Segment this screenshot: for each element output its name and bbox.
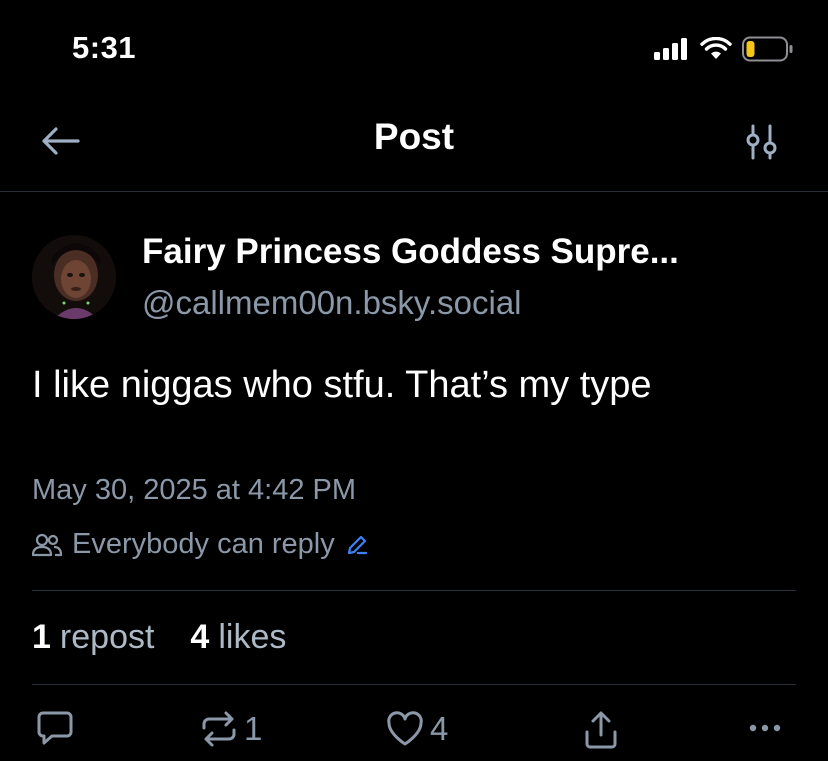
avatar[interactable] — [32, 235, 116, 319]
page-title: Post — [373, 116, 455, 157]
post-header: Post — [0, 100, 828, 192]
post-timestamp: May 30, 2025 at 4:42 PM — [32, 474, 357, 506]
more-dots-icon — [749, 724, 781, 732]
repost-count: 1 — [244, 710, 263, 747]
author-display-name[interactable]: Fairy Princess Goddess Supre... — [142, 232, 679, 272]
divider — [32, 684, 796, 685]
repost-button[interactable]: 1 — [200, 710, 262, 748]
reply-setting[interactable]: Everybody can reply — [32, 528, 369, 561]
comment-icon — [37, 711, 73, 745]
reposts-count: 1 — [32, 618, 51, 656]
thread-settings-button[interactable] — [742, 122, 782, 162]
reply-setting-label: Everybody can reply — [72, 528, 335, 560]
sliders-icon — [746, 124, 777, 160]
battery-icon — [742, 36, 793, 62]
likes-stat[interactable]: 4 likes — [190, 618, 286, 657]
repost-icon — [202, 711, 236, 747]
people-icon — [32, 533, 62, 556]
status-bar: 5:31 — [0, 0, 828, 100]
reposts-stat[interactable]: 1 repost — [32, 618, 154, 657]
wifi-icon — [700, 37, 732, 59]
pencil-icon[interactable] — [345, 533, 369, 557]
like-button[interactable]: 4 — [386, 710, 448, 748]
likes-label: likes — [218, 618, 287, 656]
reply-button[interactable] — [36, 710, 74, 746]
divider — [32, 590, 796, 591]
like-count: 4 — [430, 710, 449, 747]
more-options-button[interactable] — [746, 710, 784, 746]
status-time: 5:31 — [72, 30, 137, 65]
share-button[interactable] — [582, 710, 620, 750]
reposts-label: repost — [59, 618, 155, 656]
post-text: I like niggas who stfu. That’s my type — [32, 364, 652, 406]
cellular-signal-icon — [654, 38, 687, 60]
share-icon — [585, 711, 617, 749]
heart-icon — [387, 711, 423, 746]
author-handle[interactable]: @callmem00n.bsky.social — [142, 284, 522, 322]
likes-count: 4 — [190, 618, 210, 656]
avatar-image — [32, 235, 116, 319]
status-icons — [654, 36, 794, 62]
post-actions: 1 4 — [32, 710, 796, 760]
post-stats: 1 repost 4 likes — [32, 618, 286, 657]
